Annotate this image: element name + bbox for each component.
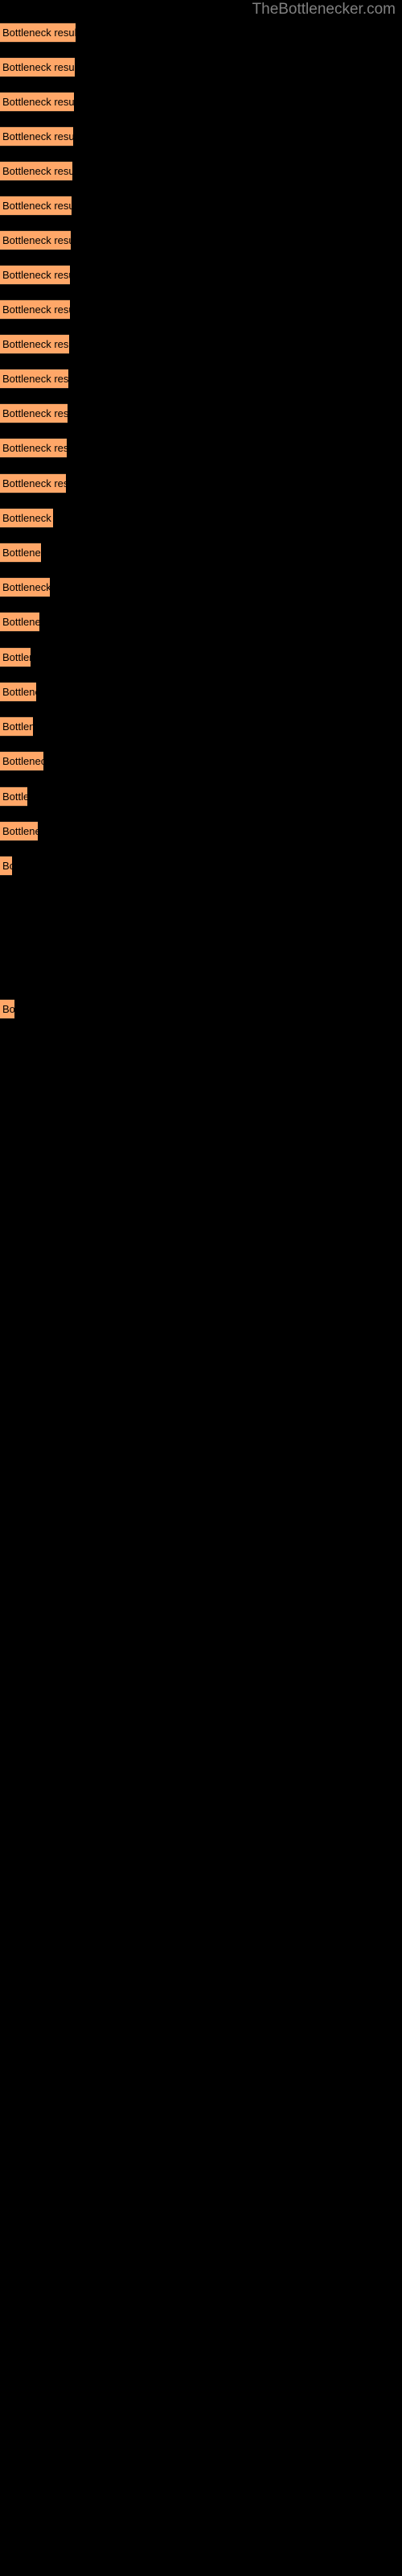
bar[interactable]: Bottleneck result [0, 716, 33, 737]
bar-label: Bottleneck result [2, 130, 73, 142]
bar-label: Bottleneck result [2, 616, 39, 628]
bar-label: Bottleneck result [2, 581, 50, 593]
bar-label: Bottleneck result [2, 407, 68, 419]
bar[interactable]: Bottleneck result [0, 23, 76, 43]
bar-label: Bottleneck result [2, 338, 69, 350]
bar-label: Bottleneck result [2, 720, 33, 733]
bar-label: Bottleneck result [2, 165, 72, 177]
bar-label: Bottleneck result [2, 477, 66, 489]
bar[interactable]: Bottleneck result [0, 543, 41, 563]
bar-label: Bottleneck result [2, 860, 12, 872]
bar[interactable]: Bottleneck result [0, 682, 36, 702]
bar[interactable]: Bottleneck result [0, 126, 73, 147]
bar[interactable]: Bottleneck result [0, 196, 72, 216]
bar[interactable]: Bottleneck result [0, 473, 66, 493]
bar-label: Bottleneck result [2, 96, 74, 108]
bar[interactable]: Bottleneck result [0, 438, 67, 458]
bar[interactable]: Bottleneck result [0, 92, 74, 112]
bar[interactable]: Bottleneck result [0, 161, 72, 181]
bar-label: Bottleneck result [2, 686, 36, 698]
bar-label: Bottleneck result [2, 200, 72, 212]
bar[interactable]: Bottleneck result [0, 57, 75, 77]
bar[interactable]: Bottleneck result [0, 369, 68, 389]
bar-label: Bottleneck result [2, 442, 67, 454]
bar[interactable]: Bottleneck result [0, 821, 38, 841]
bar[interactable]: Bottleneck result [0, 403, 68, 423]
bar[interactable]: Bottleneck result [0, 230, 71, 250]
bar-label: Bottleneck result [2, 27, 76, 39]
bar[interactable]: Bottleneck result [0, 856, 12, 876]
bar-label: Bottleneck result [2, 651, 31, 663]
bar[interactable]: Bottleneck result [0, 577, 50, 597]
bar[interactable]: Bottleneck result [0, 647, 31, 667]
bar-label: Bottleneck result [2, 61, 75, 73]
bar[interactable]: Bottleneck result [0, 299, 70, 320]
bar-label: Bottleneck result [2, 1003, 14, 1015]
bar[interactable]: Bottleneck result [0, 612, 39, 632]
bar[interactable]: Bottleneck result [0, 508, 53, 528]
bar[interactable]: Bottleneck result [0, 265, 70, 285]
bar-label: Bottleneck result [2, 512, 53, 524]
bar-label: Bottleneck result [2, 791, 27, 803]
bar-label: Bottleneck result [2, 373, 68, 385]
bottleneck-bar-chart: TheBottlenecker.com Bottleneck result Bot… [0, 0, 402, 2576]
bar[interactable]: Bottleneck result [0, 751, 43, 771]
bar-label: Bottleneck result [2, 547, 41, 559]
bar-label: Bottleneck result [2, 269, 70, 281]
bar-label: Bottleneck result [2, 234, 71, 246]
bar-label: Bottleneck result [2, 825, 38, 837]
bar[interactable]: Bottleneck result [0, 786, 27, 807]
bar[interactable]: Bottleneck result [0, 334, 69, 354]
bar-series-layer: Bottleneck result Bottleneck result Bottle… [0, 0, 402, 2576]
bar-label: Bottleneck result [2, 303, 70, 316]
bar[interactable]: Bottleneck result [0, 999, 14, 1019]
bar-label: Bottleneck result [2, 755, 43, 767]
